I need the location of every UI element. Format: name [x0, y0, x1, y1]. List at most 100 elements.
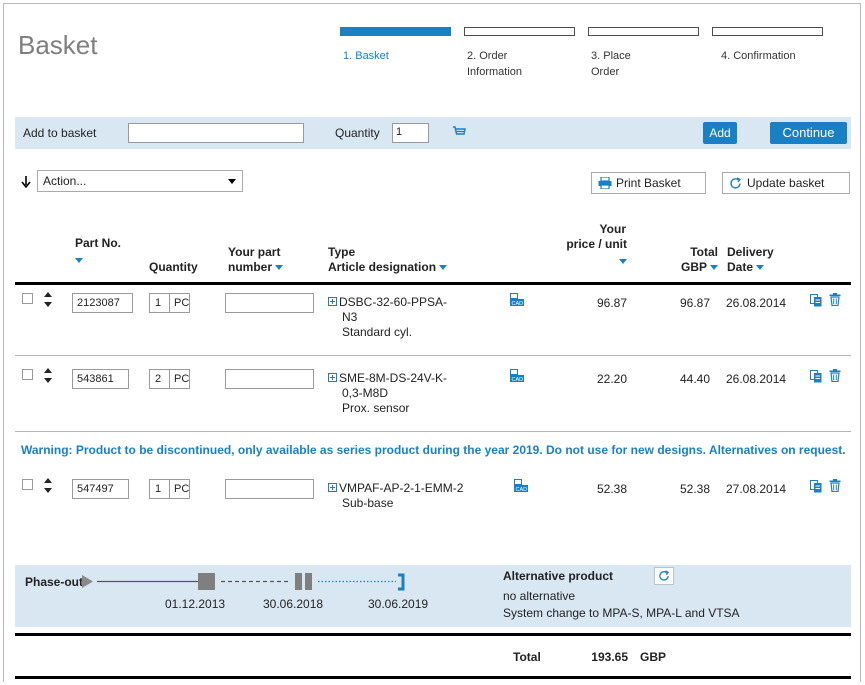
header-part-no[interactable]: Part No.: [75, 236, 121, 268]
move-up-down-icon[interactable]: [43, 367, 53, 385]
phase-out-timeline: [82, 573, 405, 591]
part-number-field[interactable]: 543861: [72, 369, 129, 389]
trash-icon[interactable]: [829, 293, 841, 306]
cad-icon[interactable]: CAD: [510, 293, 524, 306]
step-place-order[interactable]: 3. Place Order: [588, 27, 699, 80]
sort-desc-icon[interactable]: [619, 259, 627, 265]
bottom-divider: [15, 676, 851, 679]
header-total-line2: GBP: [680, 260, 707, 274]
unit-price: 22.20: [596, 372, 627, 386]
quantity-field[interactable]: 2 PC: [149, 369, 190, 389]
header-your-part-line2: number: [228, 260, 273, 274]
article-designation: DSBC-32-60-PPSA- N3 Standard cyl.: [328, 295, 447, 340]
your-part-number-input[interactable]: [225, 369, 314, 389]
header-price-line1: Your: [599, 222, 626, 236]
unit-price: 52.38: [596, 482, 627, 496]
your-part-number-input[interactable]: [225, 293, 314, 313]
chevron-down-icon: [228, 179, 236, 184]
copy-icon[interactable]: [810, 294, 822, 307]
quantity-field[interactable]: 1 PC: [149, 479, 190, 499]
row-checkbox[interactable]: [22, 479, 33, 490]
header-total[interactable]: Total GBP: [665, 245, 718, 275]
expand-plus-icon[interactable]: [328, 483, 337, 492]
sort-desc-icon[interactable]: [275, 265, 284, 271]
step-bar: [464, 27, 575, 36]
trash-icon[interactable]: [829, 479, 841, 492]
row-total: 44.40: [679, 372, 710, 386]
unit-label: PC: [169, 480, 189, 498]
printer-icon: [598, 177, 612, 189]
header-your-part-line1: Your part: [228, 245, 281, 259]
sort-desc-icon[interactable]: [439, 265, 448, 271]
article-line1[interactable]: DSBC-32-60-PPSA-: [339, 295, 447, 309]
header-type-line1: Type: [328, 245, 356, 259]
continue-button[interactable]: Continue: [770, 122, 847, 144]
header-type[interactable]: Type Article designation: [328, 245, 448, 275]
step-label: 1. Basket: [343, 50, 389, 62]
part-number-input[interactable]: [128, 123, 304, 143]
phase-date-series: 30.06.2018: [263, 597, 324, 611]
header-price-line2: price / unit: [566, 237, 627, 251]
quantity-input[interactable]: 1: [392, 123, 429, 143]
alternative-product-title: Alternative product: [503, 569, 614, 583]
alternative-refresh-button[interactable]: [654, 567, 674, 585]
copy-icon[interactable]: [810, 370, 822, 383]
discontinued-warning: Warning: Product to be discontinued, onl…: [21, 443, 846, 457]
update-basket-label: Update basket: [747, 176, 825, 190]
print-basket-button[interactable]: Print Basket: [591, 172, 706, 194]
svg-text:CAD: CAD: [516, 487, 528, 492]
article-description: Standard cyl.: [342, 325, 413, 339]
step-bar: [588, 27, 699, 36]
step-label: 3. Place Order: [591, 50, 631, 78]
quantity-value: 2: [155, 373, 162, 385]
action-select[interactable]: Action...: [37, 170, 243, 192]
expand-plus-icon[interactable]: [328, 297, 337, 306]
article-line1[interactable]: SME-8M-DS-24V-K-: [339, 371, 447, 385]
step-bar: [340, 27, 451, 36]
header-total-line1: Total: [690, 245, 718, 259]
phase-out-label: Phase-out: [25, 575, 84, 589]
add-button[interactable]: Add: [703, 122, 737, 144]
cad-icon[interactable]: CAD: [514, 479, 528, 492]
article-designation: SME-8M-DS-24V-K- 0,3-M8D Prox. sensor: [328, 371, 447, 416]
part-number-field[interactable]: 2123087: [72, 293, 133, 313]
step-bar: [712, 27, 823, 36]
your-part-number-input[interactable]: [225, 479, 314, 499]
total-value: 193.65: [591, 650, 628, 664]
move-up-down-icon[interactable]: [43, 291, 53, 309]
row-checkbox[interactable]: [22, 369, 33, 380]
row-checkbox[interactable]: [22, 293, 33, 304]
trash-icon[interactable]: [829, 369, 841, 382]
step-confirmation[interactable]: 4. Confirmation: [712, 27, 823, 64]
alternative-line2: System change to MPA-S, MPA-L and VTSA: [503, 606, 740, 620]
action-select-value: Action...: [43, 174, 87, 188]
alternative-line1: no alternative: [503, 589, 576, 603]
cart-icon[interactable]: [452, 125, 466, 139]
phase-date-start: 01.12.2013: [165, 597, 226, 611]
step-order-information[interactable]: 2. Order Information: [464, 27, 575, 80]
part-number-field[interactable]: 547497: [72, 479, 129, 499]
article-designation: VMPAF-AP-2-1-EMM-2 Sub-base: [328, 481, 463, 511]
step-label: 2. Order Information: [467, 50, 523, 78]
header-delivery-date[interactable]: Delivery Date: [727, 245, 774, 275]
sort-desc-icon[interactable]: [756, 265, 765, 271]
sort-desc-icon[interactable]: [710, 265, 718, 271]
header-your-part-number[interactable]: Your part number: [228, 245, 284, 275]
update-basket-button[interactable]: Update basket: [722, 172, 850, 194]
print-basket-label: Print Basket: [616, 176, 681, 190]
totals-divider: [15, 633, 851, 636]
quantity-field[interactable]: 1 PC: [149, 293, 190, 313]
unit-label: PC: [169, 294, 189, 312]
step-basket[interactable]: 1. Basket: [340, 27, 451, 64]
header-price[interactable]: Your price / unit: [552, 222, 627, 269]
article-line1[interactable]: VMPAF-AP-2-1-EMM-2: [339, 481, 463, 495]
article-description: Prox. sensor: [342, 401, 410, 415]
move-up-down-icon[interactable]: [43, 477, 53, 495]
expand-plus-icon[interactable]: [328, 373, 337, 382]
refresh-icon: [730, 177, 742, 189]
cad-icon[interactable]: CAD: [510, 369, 524, 382]
sort-desc-icon[interactable]: [75, 258, 83, 264]
header-part-no-label: Part No.: [75, 236, 122, 250]
copy-icon[interactable]: [810, 480, 822, 493]
delivery-date: 27.08.2014: [726, 482, 787, 496]
